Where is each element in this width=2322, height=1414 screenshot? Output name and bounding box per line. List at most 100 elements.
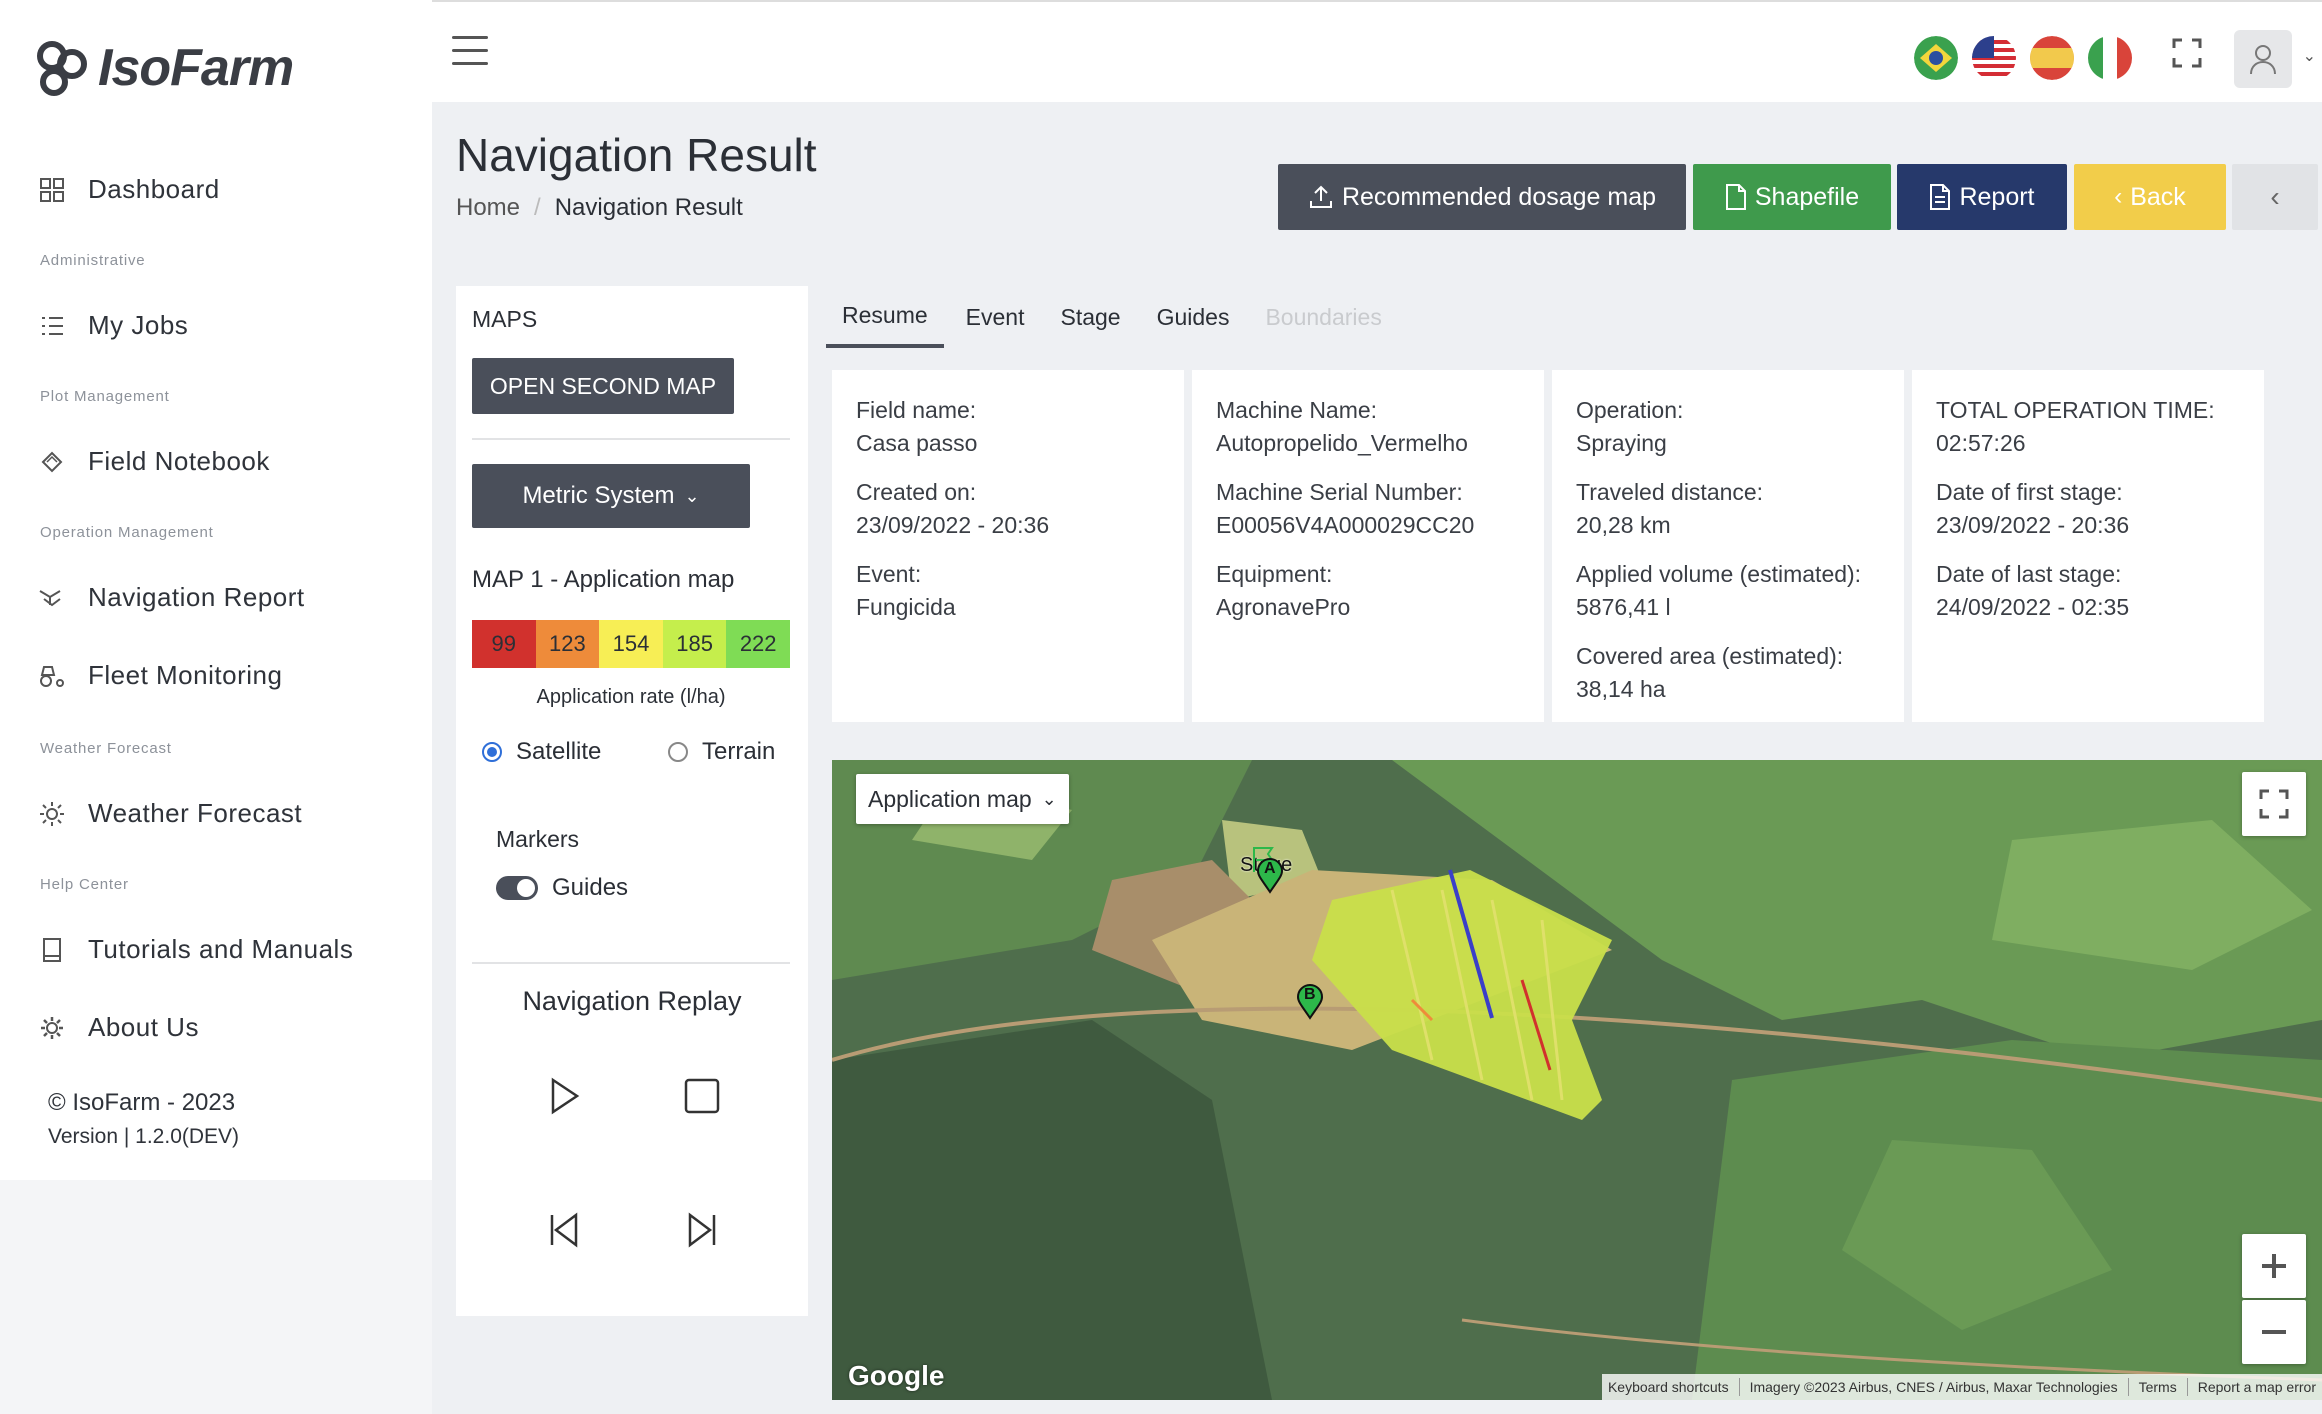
breadcrumb-current: Navigation Result [554,194,743,221]
sun-icon [38,800,66,828]
tab-resume[interactable]: Resume [826,286,944,348]
sidebar-item-label: My Jobs [88,310,189,340]
back-button[interactable]: ‹ Back [2074,164,2226,230]
imagery-credit: Imagery ©2023 Airbus, CNES / Airbus, Max… [1749,1379,2118,1395]
list-icon [38,312,66,340]
zoom-out-button[interactable] [2242,1300,2306,1364]
marker-a[interactable]: A [1256,858,1284,894]
divider [472,962,790,964]
brazil-flag-icon[interactable] [1914,36,1958,80]
radio-selected-icon [482,742,502,762]
back-button-label: Back [2130,182,2186,211]
terrain-radio[interactable]: Terrain [668,738,775,766]
marker-b[interactable]: B [1296,984,1324,1020]
sidebar-item-fleet-monitoring[interactable]: Fleet Monitoring [38,660,282,691]
breadcrumb-home[interactable]: Home [456,194,520,222]
breadcrumb: Home / Navigation Result [456,194,743,222]
toggle-switch[interactable] [496,876,538,900]
shapefile-button-label: Shapefile [1754,182,1860,211]
report-button[interactable]: Report [1897,164,2067,230]
skip-back-icon [550,1212,578,1248]
terms-link[interactable]: Terms [2139,1379,2177,1395]
play-button[interactable] [540,1072,588,1120]
keyboard-shortcuts-link[interactable]: Keyboard shortcuts [1608,1379,1729,1395]
section-plot-management: Plot Management [40,388,170,405]
navigation-replay-title: Navigation Replay [522,986,742,1016]
field-name-value: Casa passo [856,430,978,456]
divider [2127,1378,2129,1396]
sidebar-item-weather-forecast[interactable]: Weather Forecast [38,798,302,829]
chevron-down-icon: ⌄ [1041,788,1057,809]
divider [472,438,790,440]
marker-a-label: A [1264,860,1276,877]
report-map-error-link[interactable]: Report a map error [2198,1379,2316,1395]
chevron-down-icon: ⌄ [684,485,700,506]
equipment-label: Equipment: [1216,561,1333,587]
plus-icon [2262,1254,2286,1278]
section-administrative: Administrative [40,252,146,269]
sidebar-item-label: Dashboard [88,174,220,204]
traveled-distance-label: Traveled distance: [1576,479,1764,505]
italy-flag-icon[interactable] [2088,36,2132,80]
open-second-map-button[interactable]: OPEN SECOND MAP [472,358,734,414]
top-bar: ⌄ [432,0,2322,102]
metric-system-dropdown[interactable]: Metric System ⌄ [472,464,750,528]
chevron-down-icon[interactable]: ⌄ [2303,46,2316,66]
upload-icon [1309,185,1332,208]
recommended-dosage-map-button[interactable]: Recommended dosage map [1278,164,1686,230]
satellite-radio[interactable]: Satellite [482,738,601,766]
created-on-label: Created on: [856,479,977,505]
operation-info-card: Operation: Spraying Traveled distance: 2… [1552,370,1904,722]
skip-forward-button[interactable] [678,1206,726,1254]
spain-flag-icon[interactable] [2030,36,2074,80]
application-rate-legend: 99 123 154 185 222 [472,620,790,668]
language-flags [1914,36,2132,80]
sidebar-item-field-notebook[interactable]: Field Notebook [38,446,270,477]
total-time-value: 02:57:26 [1936,430,2026,456]
tab-guides[interactable]: Guides [1143,286,1244,348]
sidebar-item-my-jobs[interactable]: My Jobs [38,310,188,341]
sidebar-item-label: About Us [88,1012,199,1042]
map1-title: MAP 1 - Application map [472,566,735,593]
avatar[interactable] [2234,30,2292,88]
map-type-label: Application map [868,785,1032,812]
machine-name-label: Machine Name: [1216,397,1378,423]
sidebar-item-dashboard[interactable]: Dashboard [38,174,220,205]
hamburger-menu-icon[interactable] [452,36,488,70]
brand-name: IsoFarm [98,39,294,97]
first-stage-value: 23/09/2022 - 20:36 [1936,512,2130,538]
sidebar-item-about-us[interactable]: About Us [38,1012,199,1043]
satellite-imagery [832,760,2322,1400]
fullscreen-icon[interactable] [2172,38,2202,68]
file-icon [1725,184,1746,210]
sidebar-item-tutorials[interactable]: Tutorials and Manuals [38,934,353,965]
drone-icon [38,584,66,612]
page-title: Navigation Result [456,129,817,181]
machine-name-value: Autopropelido_Vermelho [1216,430,1468,456]
stop-button[interactable] [678,1072,726,1120]
shapefile-button[interactable]: Shapefile [1693,164,1891,230]
map-fullscreen-button[interactable] [2242,772,2306,836]
tab-stage[interactable]: Stage [1046,286,1134,348]
logo[interactable]: IsoFarm [34,38,294,98]
fullscreen-icon [2259,789,2289,819]
marker-b-label: B [1304,986,1316,1003]
application-map[interactable]: Application map ⌄ Stage A B Google Keybo… [832,760,2322,1400]
usa-flag-icon[interactable] [1972,36,2016,80]
section-help-center: Help Center [40,876,129,893]
divider [2186,1378,2188,1396]
user-icon [2250,45,2276,75]
grid-icon [38,176,66,204]
guides-label: Guides [552,874,629,901]
covered-area-value: 38,14 ha [1576,676,1666,702]
collapse-button[interactable]: ‹ [2232,164,2318,230]
tab-event[interactable]: Event [952,286,1039,348]
skip-back-button[interactable] [540,1206,588,1254]
zoom-in-button[interactable] [2242,1234,2306,1298]
sidebar-item-label: Navigation Report [88,582,305,612]
map-attribution: Keyboard shortcuts Imagery ©2023 Airbus,… [1601,1374,2322,1400]
guides-toggle[interactable]: Guides [496,874,628,902]
sidebar-item-navigation-report[interactable]: Navigation Report [38,582,305,613]
time-info-card: TOTAL OPERATION TIME: 02:57:26 Date of f… [1912,370,2264,722]
map-type-dropdown[interactable]: Application map ⌄ [856,774,1069,824]
